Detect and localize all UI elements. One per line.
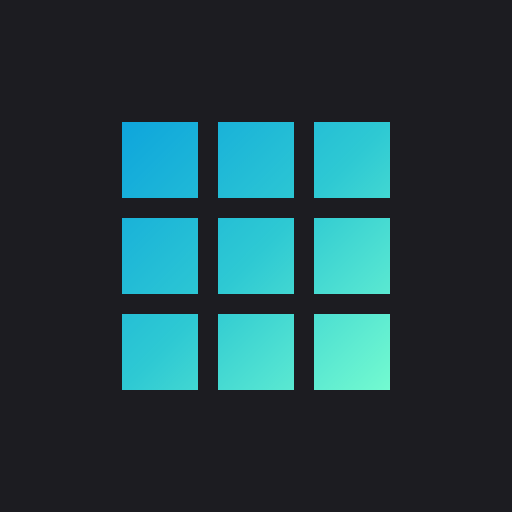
grid-tile <box>122 218 198 294</box>
grid-tile <box>122 314 198 390</box>
grid-tile <box>218 122 294 198</box>
grid-tile <box>314 122 390 198</box>
grid-tile <box>314 218 390 294</box>
nine-square-grid-icon <box>122 122 390 390</box>
grid-tile <box>314 314 390 390</box>
app-icon <box>0 0 512 512</box>
grid-tile <box>218 218 294 294</box>
grid-tile <box>122 122 198 198</box>
grid-tile <box>218 314 294 390</box>
